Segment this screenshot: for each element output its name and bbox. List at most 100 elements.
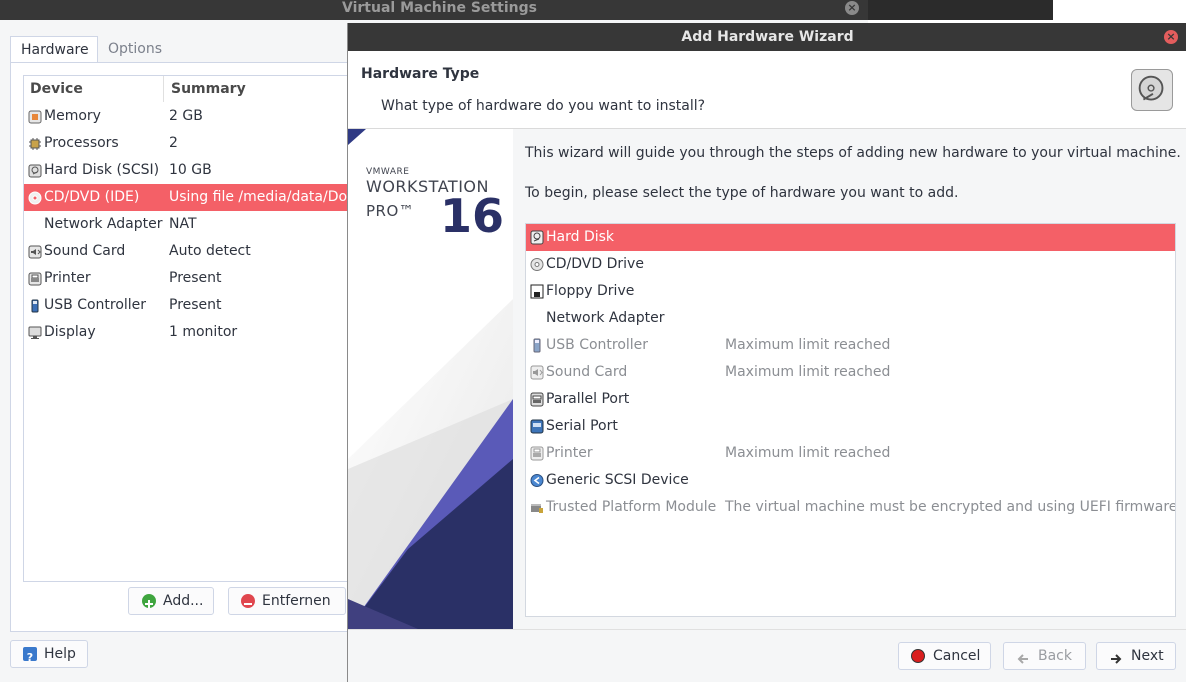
wizard-instruction-text: To begin, please select the type of hard… bbox=[525, 185, 959, 201]
brand-vmware: VMWARE bbox=[366, 167, 410, 177]
hw-item-label: Sound Card bbox=[546, 364, 628, 380]
hw-item-floppy-drive[interactable]: Floppy Drive bbox=[526, 278, 1175, 305]
display-icon bbox=[28, 326, 42, 339]
back-arrow-icon bbox=[1016, 649, 1030, 664]
hw-item-label: Parallel Port bbox=[546, 391, 630, 407]
device-summary: Present bbox=[169, 297, 222, 313]
scsi-icon bbox=[530, 474, 544, 487]
wizard-header: Hardware Type What type of hardware do y… bbox=[348, 51, 1186, 129]
device-row-network-adapter[interactable]: Network Adapter NAT bbox=[24, 211, 352, 238]
vmware-logo: VMWARE WORKSTATION PRO™ 16 bbox=[366, 167, 504, 239]
device-summary: Present bbox=[169, 270, 222, 286]
device-name: Printer bbox=[44, 270, 91, 286]
cancel-icon bbox=[911, 649, 925, 663]
device-summary: 1 monitor bbox=[169, 324, 238, 340]
device-name: Processors bbox=[44, 135, 119, 151]
add-device-button[interactable]: Add... bbox=[128, 587, 214, 615]
device-row-processors[interactable]: Processors 2 bbox=[24, 130, 352, 157]
usb-icon bbox=[31, 299, 39, 313]
add-hardware-wizard: Add Hardware Wizard × Hardware Type What… bbox=[347, 23, 1186, 682]
wizard-footer: Cancel Back Next bbox=[348, 629, 1186, 682]
hw-item-printer[interactable]: Printer Maximum limit reached bbox=[526, 440, 1175, 467]
hw-item-cd-dvd-drive[interactable]: CD/DVD Drive bbox=[526, 251, 1175, 278]
hw-item-trusted-platform-module[interactable]: Trusted Platform Module The virtual mach… bbox=[526, 494, 1176, 521]
remove-device-label: Entfernen bbox=[262, 593, 331, 609]
tab-options[interactable]: Options bbox=[98, 36, 172, 63]
device-row-cd-dvd[interactable]: CD/DVD (IDE) Using file /media/data/Do bbox=[24, 184, 352, 211]
tab-hardware[interactable]: Hardware bbox=[10, 36, 98, 63]
wizard-close-icon[interactable]: × bbox=[1164, 30, 1178, 44]
wizard-step-title: Hardware Type bbox=[361, 66, 480, 82]
hw-item-status: Maximum limit reached bbox=[725, 337, 891, 353]
device-name: Hard Disk (SCSI) bbox=[44, 162, 160, 178]
wizard-step-subtitle: What type of hardware do you want to ins… bbox=[381, 98, 706, 114]
vm-settings-titlebar: Virtual Machine Settings × bbox=[0, 0, 868, 20]
device-row-sound-card[interactable]: Sound Card Auto detect bbox=[24, 238, 352, 265]
device-row-usb-controller[interactable]: USB Controller Present bbox=[24, 292, 352, 319]
help-button[interactable]: ? Help bbox=[10, 640, 88, 668]
wizard-title: Add Hardware Wizard bbox=[681, 29, 854, 45]
hard-disk-large-icon bbox=[1131, 69, 1173, 111]
wizard-content: This wizard will guide you through the s… bbox=[513, 129, 1186, 629]
floppy-icon bbox=[530, 284, 544, 299]
cancel-button[interactable]: Cancel bbox=[898, 642, 991, 670]
cd-dvd-icon bbox=[28, 191, 42, 205]
next-button[interactable]: Next bbox=[1096, 642, 1176, 670]
back-label: Back bbox=[1038, 648, 1072, 664]
device-summary: 10 GB bbox=[169, 162, 212, 178]
hw-item-sound-card[interactable]: Sound Card Maximum limit reached bbox=[526, 359, 1175, 386]
sound-card-icon bbox=[28, 245, 42, 259]
device-row-display[interactable]: Display 1 monitor bbox=[24, 319, 352, 346]
device-name: CD/DVD (IDE) bbox=[44, 189, 140, 205]
hw-item-label: Serial Port bbox=[546, 418, 618, 434]
device-summary: 2 GB bbox=[169, 108, 203, 124]
network-icon bbox=[530, 311, 544, 326]
hw-item-usb-controller[interactable]: USB Controller Maximum limit reached bbox=[526, 332, 1175, 359]
hw-item-status: The virtual machine must be encrypted an… bbox=[725, 499, 1176, 515]
hw-item-label: CD/DVD Drive bbox=[546, 256, 644, 272]
device-row-memory[interactable]: Memory 2 GB bbox=[24, 103, 352, 130]
hw-item-status: Maximum limit reached bbox=[725, 364, 891, 380]
hw-item-serial-port[interactable]: Serial Port bbox=[526, 413, 1175, 440]
hw-item-parallel-port[interactable]: Parallel Port bbox=[526, 386, 1175, 413]
device-row-hard-disk[interactable]: Hard Disk (SCSI) 10 GB bbox=[24, 157, 352, 184]
hw-item-label: Generic SCSI Device bbox=[546, 472, 689, 488]
hw-item-label: Network Adapter bbox=[546, 310, 665, 326]
remove-icon bbox=[241, 594, 255, 608]
hw-item-hard-disk[interactable]: Hard Disk bbox=[526, 224, 1175, 251]
hw-item-status: Maximum limit reached bbox=[725, 445, 891, 461]
hw-item-label: Floppy Drive bbox=[546, 283, 635, 299]
device-table: Device Summary Memory 2 GB Processors 2 … bbox=[23, 75, 353, 582]
back-button[interactable]: Back bbox=[1003, 642, 1086, 670]
device-row-printer[interactable]: Printer Present bbox=[24, 265, 352, 292]
hw-item-label: Printer bbox=[546, 445, 593, 461]
brand-version: 16 bbox=[440, 189, 505, 243]
device-summary: NAT bbox=[169, 216, 197, 232]
next-arrow-icon bbox=[1109, 649, 1123, 664]
sound-card-icon bbox=[530, 365, 544, 380]
printer-icon bbox=[530, 446, 544, 461]
hw-item-label: USB Controller bbox=[546, 337, 649, 353]
processor-icon bbox=[29, 138, 41, 150]
hw-item-network-adapter[interactable]: Network Adapter bbox=[526, 305, 1175, 332]
vm-settings-close-icon[interactable]: × bbox=[845, 1, 859, 15]
column-header-device[interactable]: Device bbox=[24, 76, 164, 102]
add-device-label: Add... bbox=[163, 593, 204, 609]
next-label: Next bbox=[1131, 648, 1164, 664]
add-icon bbox=[142, 594, 156, 608]
device-name: Network Adapter bbox=[44, 216, 163, 232]
device-summary: Auto detect bbox=[169, 243, 251, 259]
brand-edition: PRO™ bbox=[366, 202, 415, 220]
vm-settings-title: Virtual Machine Settings bbox=[342, 0, 537, 16]
hw-item-label: Hard Disk bbox=[546, 229, 615, 245]
hw-item-generic-scsi-device[interactable]: Generic SCSI Device bbox=[526, 467, 1175, 494]
device-name: Display bbox=[44, 324, 96, 340]
cd-dvd-icon bbox=[530, 258, 544, 271]
remove-device-button[interactable]: Entfernen bbox=[228, 587, 346, 615]
column-header-summary[interactable]: Summary bbox=[165, 76, 246, 102]
device-summary: Using file /media/data/Do bbox=[169, 189, 348, 205]
usb-icon bbox=[533, 338, 541, 353]
hard-disk-icon bbox=[530, 230, 544, 245]
help-icon: ? bbox=[23, 647, 37, 664]
cancel-label: Cancel bbox=[933, 648, 981, 664]
